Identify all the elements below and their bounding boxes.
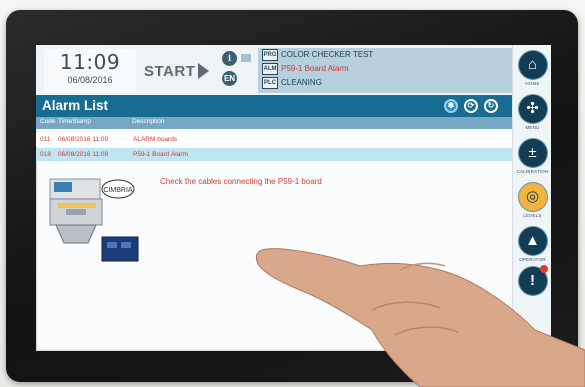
status-panel: PRG COLOR CHECKER TEST ALM P59-1 Board A… — [258, 48, 512, 93]
status-tag: PLC — [262, 77, 278, 89]
clock-panel: 11:09 06/08/2016 — [44, 49, 136, 93]
sidebar-item-menu[interactable]: ✣ MENU — [515, 95, 550, 137]
clock-date: 06/08/2016 — [67, 75, 113, 85]
calibration-icon: ± — [518, 139, 547, 167]
column-timestamp: TimeStamp — [58, 118, 91, 125]
menu-icon: ✣ — [518, 95, 547, 123]
row-description: P59-1 Board Alarm — [133, 151, 188, 158]
reset-icon[interactable]: ⟳ — [464, 99, 478, 113]
touch-screen: 11:09 06/08/2016 START i EN PRG COLOR CH… — [36, 45, 551, 351]
sidebar-item-levels[interactable]: ◎ LEVELS — [515, 183, 550, 225]
sidebar-item-label: CALIBRATION — [516, 169, 549, 174]
start-label: START — [144, 63, 196, 80]
machine-illustration: CIMBRIA — [44, 169, 144, 269]
column-code: Code — [40, 118, 56, 125]
page-title: Alarm List — [42, 98, 109, 113]
sidebar-item-label: MENU — [525, 125, 540, 130]
alarm-detail-message: Check the cables connecting the P59-1 bo… — [160, 177, 322, 186]
sidebar: ⌂ HOME ✣ MENU ± CALIBRATION ◎ LEVELS ▲ O… — [512, 45, 551, 351]
row-description: ALARM boards — [133, 136, 178, 143]
table-row-selected[interactable]: 018 06/08/2016 11:09 P59-1 Board Alarm — [36, 148, 512, 161]
levels-icon: ◎ — [518, 183, 547, 211]
status-row-alarm: ALM P59-1 Board Alarm — [258, 63, 512, 76]
gear-icon[interactable]: ✱ — [444, 99, 458, 113]
sidebar-item-operator[interactable]: ▲ OPERATOR — [515, 227, 550, 269]
start-button[interactable]: START — [144, 63, 210, 80]
status-tag: PRG — [262, 49, 278, 61]
alarm-badge — [540, 265, 548, 273]
sidebar-item-label: HOME — [525, 81, 540, 86]
row-timestamp: 06/08/2016 11:09 — [58, 151, 109, 158]
sidebar-item-calibration[interactable]: ± CALIBRATION — [515, 139, 550, 181]
status-value: P59-1 Board Alarm — [281, 64, 349, 73]
table-header: Code TimeStamp Description — [36, 117, 512, 129]
cimbria-logo: CIMBRIA — [103, 187, 133, 194]
play-icon — [198, 63, 210, 79]
status-value: COLOR CHECKER TEST — [281, 50, 374, 59]
status-row-program: PRG COLOR CHECKER TEST — [258, 49, 512, 62]
home-icon: ⌂ — [518, 51, 547, 79]
info-icon[interactable]: i — [222, 51, 237, 66]
language-button[interactable]: EN — [222, 71, 237, 86]
table-row[interactable]: 011 06/08/2016 11:09 ALARM boards — [36, 133, 512, 146]
row-timestamp: 06/08/2016 11:09 — [58, 136, 109, 143]
sidebar-item-alarm[interactable]: ! — [515, 265, 550, 309]
refresh-icon[interactable]: ↻ — [484, 99, 498, 113]
sidebar-item-label: OPERATOR — [519, 257, 546, 262]
operator-icon: ▲ — [518, 227, 547, 255]
indicator-bar — [241, 54, 251, 62]
sidebar-item-home[interactable]: ⌂ HOME — [515, 51, 550, 93]
status-value: CLEANING — [281, 78, 322, 87]
column-description: Description — [132, 118, 165, 125]
row-code: 018 — [40, 151, 51, 158]
clock-time: 11:09 — [59, 50, 121, 74]
sidebar-item-label: LEVELS — [523, 213, 542, 218]
header-bar: 11:09 06/08/2016 START i EN PRG COLOR CH… — [36, 45, 512, 95]
status-tag: ALM — [262, 63, 278, 75]
row-code: 011 — [40, 136, 51, 143]
title-bar: Alarm List ✱ ⟳ ↻ — [36, 95, 512, 117]
status-row-plc: PLC CLEANING — [258, 77, 512, 90]
